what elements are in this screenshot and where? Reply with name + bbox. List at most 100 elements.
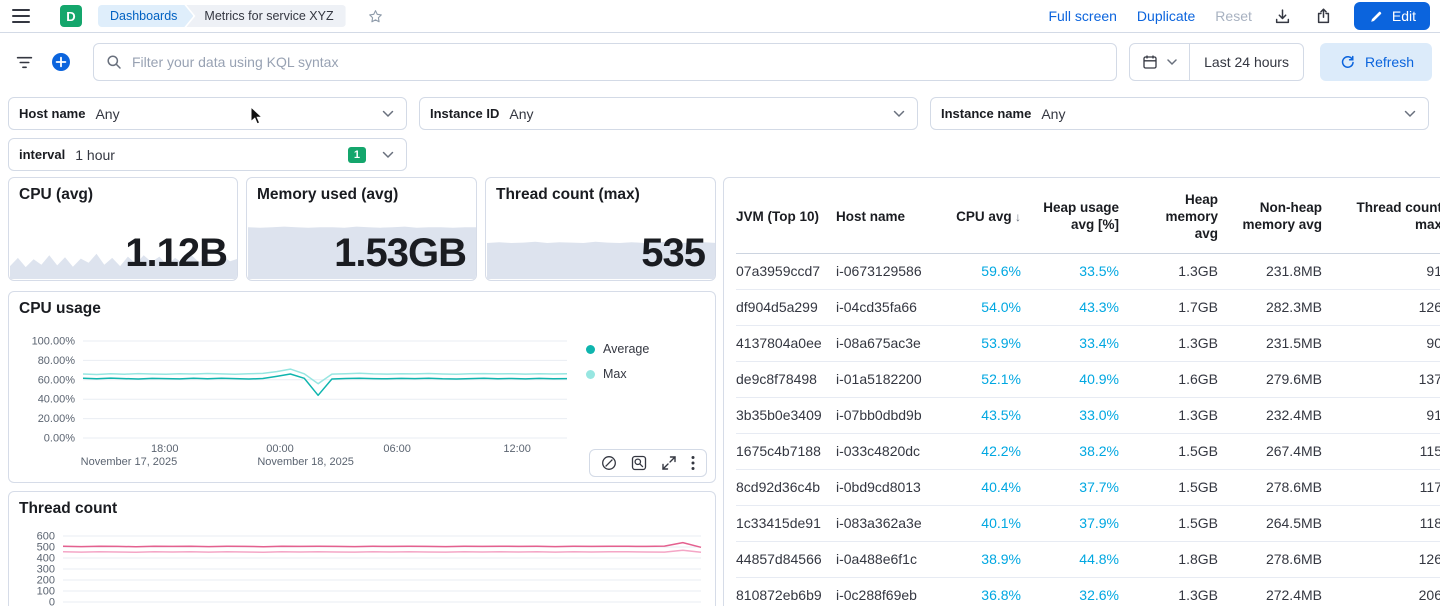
reset-button[interactable]: Reset xyxy=(1215,8,1252,24)
heap-usage-cell[interactable]: 43.3% xyxy=(1027,289,1125,325)
edit-chart-icon[interactable] xyxy=(601,455,617,471)
nonheap-memory-cell: 278.6MB xyxy=(1265,551,1322,568)
heap-memory-cell: 1.6GB xyxy=(1178,371,1218,388)
cpu-usage-panel: CPU usage 100.00% 80.00% 60.00% 40.00% 20.00… xyxy=(8,291,716,483)
control-host-name[interactable]: Host name Any xyxy=(8,97,407,130)
control-value: Any xyxy=(509,105,534,122)
svg-text:November 17, 2025: November 17, 2025 xyxy=(81,456,178,468)
cpu-avg-cell[interactable]: 40.1% xyxy=(940,505,1027,541)
thread-count-cell: 91 xyxy=(1426,263,1440,280)
nonheap-memory-cell: 267.4MB xyxy=(1265,443,1322,460)
sort-desc-icon: ↓ xyxy=(1011,209,1021,224)
breadcrumb-dashboards[interactable]: Dashboards xyxy=(98,5,193,27)
column-header-5[interactable]: Heap memory avg xyxy=(1125,184,1224,253)
control-label: interval xyxy=(19,147,66,162)
control-interval[interactable]: interval 1 hour 1 xyxy=(8,138,407,171)
control-instance-name[interactable]: Instance name Any xyxy=(930,97,1429,130)
calendar-icon xyxy=(1140,52,1160,72)
heap-usage-cell[interactable]: 33.0% xyxy=(1027,397,1125,433)
thread-count-cell: 126 xyxy=(1418,551,1440,568)
thread-count-chart[interactable]: 600500400300200100018:0000:0006:0012:00 xyxy=(9,528,713,606)
cpu-avg-cell[interactable]: 54.0% xyxy=(940,289,1027,325)
column-header-6[interactable]: Non-heap memory avg xyxy=(1224,184,1328,253)
filter-icon[interactable] xyxy=(14,53,35,72)
nonheap-memory-cell: 282.3MB xyxy=(1265,299,1322,316)
column-header-4[interactable]: Heap usage avg [%] xyxy=(1027,184,1125,253)
heap-usage-cell[interactable]: 37.7% xyxy=(1027,469,1125,505)
cpu-avg-cell[interactable]: 38.9% xyxy=(940,541,1027,577)
table-row: df904d5a299 i-04cd35fa66 54.0% 43.3% 1.7GB 28… xyxy=(736,289,1440,326)
table-row: 4137804a0ee i-08a675ac3e 53.9% 33.4% 1.3GB 23… xyxy=(736,325,1440,362)
cpu-avg-cell[interactable]: 53.9% xyxy=(940,325,1027,361)
column-header-2[interactable]: Host name xyxy=(836,184,940,253)
cpu-usage-chart[interactable]: 100.00% 80.00% 60.00% 40.00% 20.00% 0.00% 18:0… xyxy=(9,332,589,478)
control-label: Host name xyxy=(19,106,86,121)
metric-title: Memory used (avg) xyxy=(257,186,399,203)
metric-panel-memory-used-avg[interactable]: Memory used (avg) 1.53GB xyxy=(246,177,477,281)
heap-usage-cell[interactable]: 33.5% xyxy=(1027,253,1125,289)
metric-panel-thread-count-max[interactable]: Thread count (max) 535 xyxy=(485,177,716,281)
date-picker: Last 24 hours xyxy=(1129,43,1304,81)
heap-usage-cell[interactable]: 37.9% xyxy=(1027,505,1125,541)
explore-data-icon[interactable] xyxy=(631,455,647,471)
more-actions-icon[interactable] xyxy=(691,455,695,471)
legend-item-max[interactable]: Max xyxy=(586,367,649,381)
heap-memory-cell: 1.3GB xyxy=(1178,335,1218,352)
cpu-avg-cell[interactable]: 36.8% xyxy=(940,577,1027,606)
chart-title: CPU usage xyxy=(19,300,101,317)
maximize-icon[interactable] xyxy=(661,455,677,471)
cpu-avg-cell[interactable]: 52.1% xyxy=(940,361,1027,397)
column-header-3[interactable]: CPU avg ↓ xyxy=(940,184,1027,253)
metric-panel-cpu-avg[interactable]: CPU (avg) 1.12B xyxy=(8,177,238,281)
dashboard-grid: CPU (avg) 1.12B Memory used (avg) 1.53GB… xyxy=(0,175,1440,606)
heap-usage-cell[interactable]: 38.2% xyxy=(1027,433,1125,469)
table-row: 1675c4b7188 i-033c4820dc 42.2% 38.2% 1.5GB 26… xyxy=(736,433,1440,470)
cpu-avg-cell[interactable]: 42.2% xyxy=(940,433,1027,469)
metric-value: 1.53GB xyxy=(334,231,467,275)
kql-search-input[interactable] xyxy=(132,54,1107,70)
heap-memory-cell: 1.8GB xyxy=(1178,551,1218,568)
svg-text:60.00%: 60.00% xyxy=(38,374,76,386)
controls-row: Host name Any Instance ID Any Instance n… xyxy=(8,97,1432,130)
control-instance-id[interactable]: Instance ID Any xyxy=(419,97,918,130)
nonheap-memory-cell: 231.8MB xyxy=(1265,263,1322,280)
heap-memory-cell: 1.5GB xyxy=(1178,479,1218,496)
control-value: Any xyxy=(1041,105,1066,122)
jvm-cell: 810872eb6b9 xyxy=(736,587,822,604)
breadcrumb-current[interactable]: Metrics for service XYZ xyxy=(186,5,346,27)
heap-usage-cell[interactable]: 33.4% xyxy=(1027,325,1125,361)
favorite-star-icon[interactable] xyxy=(366,7,385,26)
menu-icon[interactable] xyxy=(10,7,32,25)
svg-text:18:00: 18:00 xyxy=(151,443,179,455)
full-screen-button[interactable]: Full screen xyxy=(1048,8,1116,24)
heap-usage-cell[interactable]: 32.6% xyxy=(1027,577,1125,606)
svg-text:100.00%: 100.00% xyxy=(32,336,76,348)
breadcrumb: Dashboards Metrics for service XYZ xyxy=(98,5,346,27)
thread-count-cell: 90 xyxy=(1426,335,1440,352)
cpu-avg-cell[interactable]: 59.6% xyxy=(940,253,1027,289)
date-quick-select-button[interactable] xyxy=(1130,44,1191,80)
legend-dot xyxy=(586,344,595,354)
column-header-1[interactable]: JVM (Top 10) xyxy=(736,184,836,253)
heap-usage-cell[interactable]: 44.8% xyxy=(1027,541,1125,577)
thread-count-cell: 115 xyxy=(1419,443,1440,460)
search-input-wrapper xyxy=(93,43,1118,81)
share-icon[interactable] xyxy=(1313,6,1334,27)
download-icon[interactable] xyxy=(1272,6,1293,27)
time-range-button[interactable]: Last 24 hours xyxy=(1190,44,1303,80)
add-filter-icon[interactable] xyxy=(49,50,73,74)
svg-text:November 18, 2025: November 18, 2025 xyxy=(257,456,354,468)
dashboards-app-icon[interactable]: D xyxy=(60,5,82,27)
duplicate-button[interactable]: Duplicate xyxy=(1137,8,1195,24)
host-name-cell: i-0a488e6f1c xyxy=(836,551,917,568)
metric-value: 1.12B xyxy=(125,231,228,275)
legend-item-average[interactable]: Average xyxy=(586,342,649,356)
column-header-7[interactable]: Thread count max xyxy=(1328,184,1440,253)
heap-usage-cell[interactable]: 40.9% xyxy=(1027,361,1125,397)
refresh-button[interactable]: Refresh xyxy=(1319,43,1432,81)
edit-button[interactable]: Edit xyxy=(1353,2,1430,30)
cpu-avg-cell[interactable]: 40.4% xyxy=(940,469,1027,505)
chevron-down-icon xyxy=(891,108,907,120)
cpu-avg-cell[interactable]: 43.5% xyxy=(940,397,1027,433)
svg-text:80.00%: 80.00% xyxy=(38,355,76,367)
